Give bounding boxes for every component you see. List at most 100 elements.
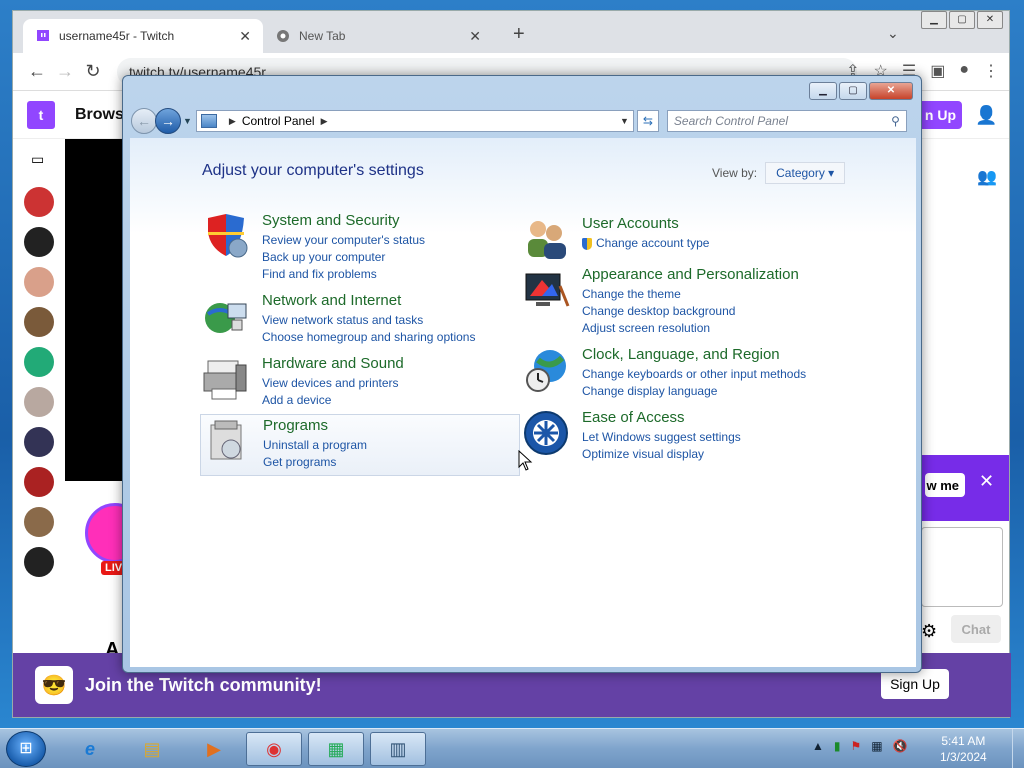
link-display-language[interactable]: Change display language bbox=[582, 383, 806, 400]
chat-send-button[interactable]: Chat bbox=[951, 615, 1001, 643]
link-suggest-settings[interactable]: Let Windows suggest settings bbox=[582, 429, 741, 446]
forward-button[interactable]: → bbox=[51, 61, 79, 82]
programs-box-icon[interactable] bbox=[203, 417, 255, 465]
search-input[interactable]: Search Control Panel ⚲ bbox=[666, 110, 907, 132]
monitor-paint-icon[interactable] bbox=[522, 266, 574, 314]
link-get-programs[interactable]: Get programs bbox=[263, 454, 367, 471]
volume-muted-icon[interactable]: 🔇 bbox=[893, 739, 908, 753]
close-button[interactable]: ✕ bbox=[977, 11, 1003, 29]
forward-button[interactable]: → bbox=[155, 108, 181, 134]
shield-icon[interactable] bbox=[202, 212, 254, 260]
link-review-status[interactable]: Review your computer's status bbox=[262, 232, 425, 249]
category-title[interactable]: Appearance and Personalization bbox=[582, 266, 799, 283]
task-manager-icon[interactable]: ▦ bbox=[308, 732, 364, 766]
close-icon[interactable]: ✕ bbox=[979, 471, 994, 492]
profile-icon[interactable]: ● bbox=[959, 61, 969, 81]
link-change-account-type[interactable]: Change account type bbox=[582, 235, 709, 252]
clock[interactable]: 5:41 AM 1/3/2024 bbox=[940, 733, 987, 765]
link-add-device[interactable]: Add a device bbox=[262, 392, 404, 409]
channel-avatar[interactable] bbox=[24, 347, 54, 377]
menu-icon[interactable]: ⋮ bbox=[983, 61, 999, 81]
user-icon[interactable]: 👤 bbox=[975, 105, 997, 126]
sign-up-button[interactable]: n Up bbox=[918, 101, 962, 129]
tab-twitch[interactable]: username45r - Twitch ✕ bbox=[23, 19, 263, 53]
clock-globe-icon[interactable] bbox=[522, 346, 574, 394]
control-panel-window: ▁ ▢ ✕ ← → ▼ ▶ Control Panel ▶ ▼ ⇆ Search… bbox=[122, 75, 922, 673]
breadcrumb-arrow-icon[interactable]: ▶ bbox=[229, 116, 236, 127]
link-screen-resolution[interactable]: Adjust screen resolution bbox=[582, 320, 799, 337]
minimize-button[interactable]: ▁ bbox=[809, 82, 837, 100]
sign-up-bottom-button[interactable]: Sign Up bbox=[881, 669, 949, 699]
breadcrumb-arrow-icon[interactable]: ▶ bbox=[321, 116, 328, 127]
channel-avatar[interactable] bbox=[24, 427, 54, 457]
view-by-dropdown[interactable]: Category ▾ bbox=[765, 162, 846, 184]
channel-avatar[interactable] bbox=[24, 387, 54, 417]
start-button[interactable]: ⊞ bbox=[6, 731, 46, 767]
action-center-icon[interactable]: ⚑ bbox=[851, 739, 862, 753]
gear-icon[interactable]: ⚙ bbox=[921, 621, 937, 642]
category-title[interactable]: User Accounts bbox=[582, 215, 709, 232]
reload-button[interactable]: ↻ bbox=[79, 61, 107, 82]
category-title[interactable]: Programs bbox=[263, 417, 367, 434]
back-button[interactable]: ← bbox=[23, 61, 51, 82]
tab-close-icon[interactable]: ✕ bbox=[469, 28, 481, 45]
show-desktop-button[interactable] bbox=[1012, 729, 1024, 768]
channel-avatar[interactable] bbox=[24, 547, 54, 577]
media-player-icon[interactable]: ▶ bbox=[186, 732, 242, 766]
channel-avatar[interactable] bbox=[24, 507, 54, 537]
link-network-status[interactable]: View network status and tasks bbox=[262, 312, 475, 329]
printer-icon[interactable] bbox=[202, 355, 254, 403]
category-title[interactable]: Clock, Language, and Region bbox=[582, 346, 806, 363]
channel-avatar[interactable] bbox=[24, 467, 54, 497]
video-player[interactable] bbox=[65, 139, 125, 481]
network-globe-icon[interactable] bbox=[202, 292, 254, 340]
channel-avatar[interactable] bbox=[24, 307, 54, 337]
category-title[interactable]: System and Security bbox=[262, 212, 425, 229]
refresh-icon[interactable]: ⇆ bbox=[636, 110, 659, 132]
search-icon[interactable]: ⚲ bbox=[891, 114, 900, 128]
close-button[interactable]: ✕ bbox=[869, 82, 913, 100]
tab-new-tab[interactable]: New Tab ✕ bbox=[263, 19, 493, 53]
channel-avatar[interactable] bbox=[24, 227, 54, 257]
friends-icon[interactable]: 👥 bbox=[977, 167, 997, 187]
tab-close-icon[interactable]: ✕ bbox=[239, 28, 251, 45]
recent-pages-chevron-icon[interactable]: ▼ bbox=[183, 116, 192, 126]
link-optimize-display[interactable]: Optimize visual display bbox=[582, 446, 741, 463]
users-icon[interactable] bbox=[522, 215, 574, 263]
chat-input[interactable] bbox=[921, 527, 1003, 607]
category-title[interactable]: Ease of Access bbox=[582, 409, 741, 426]
control-panel-icon[interactable]: ▥ bbox=[370, 732, 426, 766]
category-title[interactable]: Hardware and Sound bbox=[262, 355, 404, 372]
link-fix-problems[interactable]: Find and fix problems bbox=[262, 266, 425, 283]
network-icon[interactable]: ▦ bbox=[871, 739, 882, 753]
link-change-theme[interactable]: Change the theme bbox=[582, 286, 799, 303]
category-title[interactable]: Network and Internet bbox=[262, 292, 475, 309]
address-dropdown-icon[interactable]: ▼ bbox=[620, 116, 629, 126]
link-desktop-background[interactable]: Change desktop background bbox=[582, 303, 799, 320]
link-devices-printers[interactable]: View devices and printers bbox=[262, 375, 404, 392]
chrome-icon[interactable]: ◉ bbox=[246, 732, 302, 766]
address-bar[interactable]: ▶ Control Panel ▶ ▼ bbox=[195, 110, 634, 132]
view-by-value: Category bbox=[776, 166, 825, 180]
follow-me-button[interactable]: w me bbox=[925, 473, 965, 497]
maximize-button[interactable]: ▢ bbox=[949, 11, 975, 29]
internet-explorer-icon[interactable]: e bbox=[62, 732, 118, 766]
back-button[interactable]: ← bbox=[131, 108, 157, 134]
show-hidden-icons-icon[interactable]: ▲ bbox=[812, 739, 824, 753]
twitch-logo-icon[interactable]: t bbox=[27, 100, 55, 129]
new-tab-button[interactable]: + bbox=[513, 23, 525, 46]
file-explorer-icon[interactable]: ▤ bbox=[124, 732, 180, 766]
side-panel-icon[interactable]: ▣ bbox=[930, 61, 945, 81]
link-homegroup[interactable]: Choose homegroup and sharing options bbox=[262, 329, 475, 346]
link-keyboards[interactable]: Change keyboards or other input methods bbox=[582, 366, 806, 383]
channel-avatar[interactable] bbox=[24, 187, 54, 217]
minimize-button[interactable]: ▁ bbox=[921, 11, 947, 29]
tab-search-chevron-icon[interactable]: ⌄ bbox=[887, 25, 899, 42]
category-programs[interactable]: Programs Uninstall a program Get program… bbox=[200, 414, 520, 476]
battery-icon[interactable]: ▮ bbox=[834, 739, 841, 753]
breadcrumb-control-panel[interactable]: Control Panel bbox=[242, 114, 315, 128]
link-uninstall[interactable]: Uninstall a program bbox=[263, 437, 367, 454]
channel-avatar[interactable] bbox=[24, 267, 54, 297]
maximize-button[interactable]: ▢ bbox=[839, 82, 867, 100]
link-backup[interactable]: Back up your computer bbox=[262, 249, 425, 266]
